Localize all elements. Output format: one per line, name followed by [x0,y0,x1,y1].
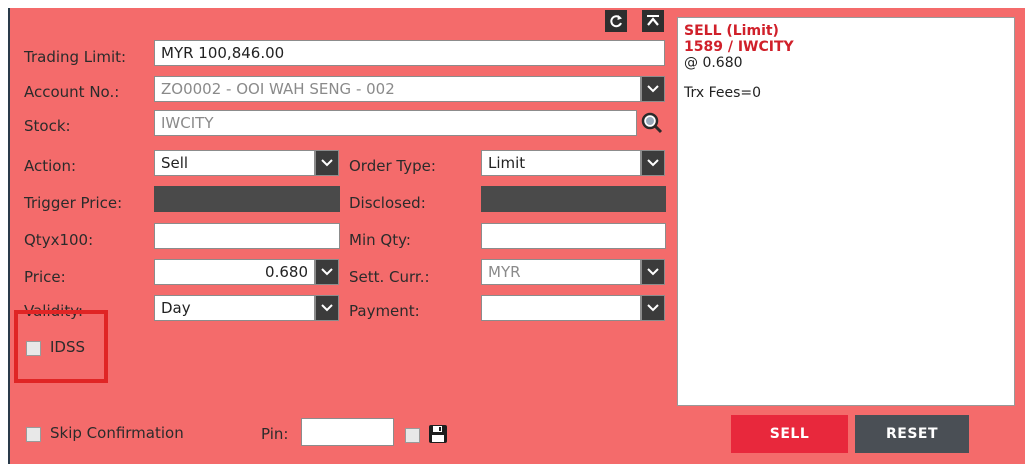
order-type-label: Order Type: [349,157,436,175]
pin-input[interactable] [301,418,394,446]
qty-label: Qtyx100: [24,231,94,249]
account-select[interactable]: ZO0002 - OOI WAH SENG - 002 [154,76,641,102]
validity-select[interactable]: Day [154,295,315,321]
sett-curr-label: Sett. Curr.: [349,268,430,286]
collapse-up-icon[interactable] [642,10,664,32]
trading-limit-field: MYR 100,846.00 [154,40,665,66]
pin-label: Pin: [261,425,289,443]
skip-confirmation-label: Skip Confirmation [50,424,184,442]
chevron-down-icon[interactable] [315,295,339,321]
order-summary: SELL (Limit) 1589 / IWCITY @ 0.680 Trx F… [677,17,1015,406]
sell-button[interactable]: SELL [731,415,848,453]
price-input[interactable]: 0.680 [154,259,315,285]
chevron-down-icon[interactable] [315,259,339,285]
order-type-select[interactable]: Limit [481,150,641,176]
action-label: Action: [24,157,77,175]
save-icon[interactable] [428,424,448,444]
summary-side: SELL (Limit) [684,23,779,39]
summary-price: @ 0.680 [684,55,743,71]
idss-checkbox[interactable] [26,341,41,356]
reset-button[interactable]: RESET [855,415,969,453]
trigger-price-field [154,186,340,212]
skip-confirmation-checkbox[interactable] [26,427,41,442]
trigger-price-label: Trigger Price: [24,194,123,212]
chevron-down-icon[interactable] [315,150,339,176]
chevron-down-icon[interactable] [641,259,665,285]
chevron-down-icon[interactable] [641,150,665,176]
chevron-down-icon[interactable] [641,295,665,321]
search-icon[interactable] [640,111,664,135]
payment-select[interactable] [481,295,641,321]
stock-label: Stock: [24,117,71,135]
min-qty-label: Min Qty: [349,231,411,249]
trading-limit-label: Trading Limit: [24,48,127,66]
sett-curr-select[interactable]: MYR [481,259,641,285]
account-label: Account No.: [24,83,120,101]
disclosed-field [481,186,666,212]
disclosed-label: Disclosed: [349,194,426,212]
idss-label: IDSS [50,338,86,356]
action-select[interactable]: Sell [154,150,315,176]
chevron-down-icon[interactable] [641,76,665,102]
stock-field[interactable]: IWCITY [154,110,637,136]
min-qty-input[interactable] [481,223,666,249]
refresh-icon[interactable] [605,10,627,32]
save-pin-checkbox[interactable] [405,428,420,443]
payment-label: Payment: [349,302,420,320]
price-label: Price: [24,268,66,286]
qty-input[interactable] [154,223,340,249]
summary-stock: 1589 / IWCITY [684,39,794,55]
summary-fees: Trx Fees=0 [684,85,762,101]
